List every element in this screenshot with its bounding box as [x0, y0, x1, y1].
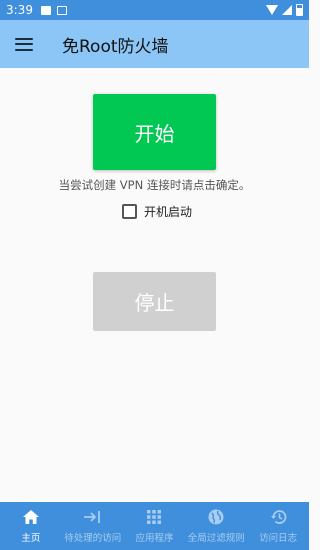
status-time: 3:39	[6, 3, 33, 17]
nav-label-global-rules: 全局过滤规则	[187, 533, 245, 544]
nav-label-access-log: 访问日志	[259, 533, 298, 544]
hamburger-menu-icon	[15, 37, 33, 51]
nav-item-home[interactable]: 主页	[0, 502, 62, 550]
nav-item-access-log[interactable]: 访问日志	[247, 502, 309, 550]
nav-item-pending[interactable]: 待处理的访问	[62, 502, 124, 550]
battery-icon	[296, 4, 303, 16]
stop-button[interactable]: 停止	[93, 272, 216, 331]
status-bar: 3:39	[0, 0, 309, 20]
image-notification-icon	[40, 5, 51, 15]
globe-icon	[208, 508, 224, 526]
system-icons	[266, 4, 303, 16]
grid-icon	[147, 508, 162, 526]
boot-start-label: 开机启动	[144, 205, 193, 219]
nav-label-home: 主页	[21, 533, 41, 544]
home-icon	[22, 508, 39, 526]
login-arrow-icon	[83, 508, 103, 526]
nav-item-global-rules[interactable]: 全局过滤规则	[185, 502, 247, 550]
signal-icon	[282, 5, 292, 15]
bottom-navigation: 主页 待处理的访问 应用程序 全局过滤规则 访问日志	[0, 502, 309, 550]
start-button[interactable]: 开始	[93, 94, 216, 170]
boot-start-checkbox[interactable]	[122, 204, 137, 219]
app-bar: 免Root防火墙	[0, 20, 309, 68]
menu-button[interactable]	[0, 20, 48, 68]
main-content: 开始 当尝试创建 VPN 连接时请点击确定。 开机启动 停止	[0, 68, 309, 502]
app-title: 免Root防火墙	[62, 36, 169, 57]
vpn-hint-text: 当尝试创建 VPN 连接时请点击确定。	[58, 178, 251, 192]
font-notification-icon	[56, 5, 67, 15]
wifi-icon	[266, 5, 278, 15]
nav-label-apps: 应用程序	[135, 533, 174, 544]
history-icon	[270, 508, 287, 526]
nav-label-pending: 待处理的访问	[64, 533, 122, 544]
nav-item-apps[interactable]: 应用程序	[124, 502, 186, 550]
boot-start-option[interactable]: 开机启动	[122, 203, 192, 220]
notification-icons	[40, 5, 67, 15]
